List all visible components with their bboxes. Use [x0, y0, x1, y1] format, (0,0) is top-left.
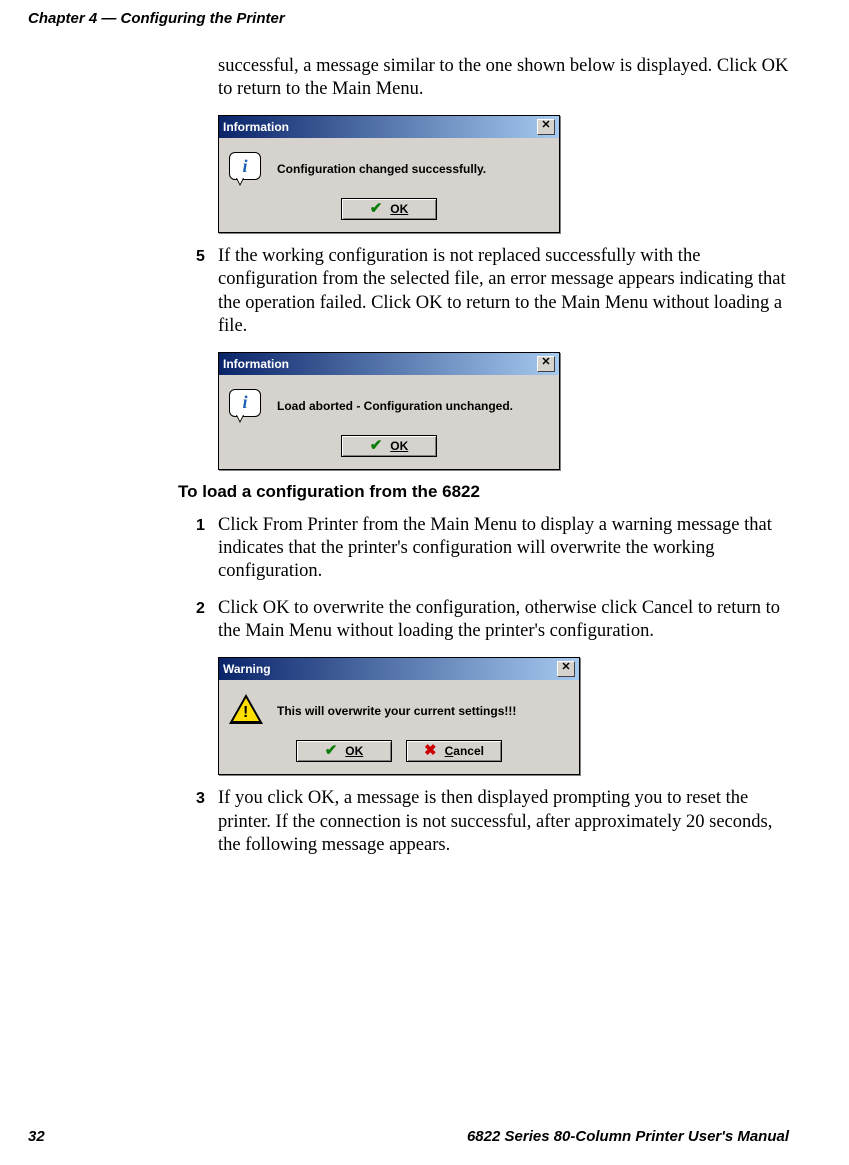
manual-title: 6822 Series 80-Column Printer User's Man… [467, 1128, 789, 1145]
close-icon[interactable]: ✕ [537, 356, 555, 372]
ok-button-label: OK [390, 439, 408, 453]
step-2: 2 Click OK to overwrite the configuratio… [196, 597, 789, 643]
cross-icon: ✖ [424, 745, 437, 757]
ok-button[interactable]: ✔ OK [341, 435, 437, 457]
dialog-message: This will overwrite your current setting… [277, 704, 516, 718]
dialog-title: Information [223, 120, 289, 134]
dialog-titlebar: Information ✕ [219, 116, 559, 138]
cancel-button[interactable]: ✖ Cancel [406, 740, 502, 762]
dialog-warning-overwrite: Warning ✕ ! This will overwrite your cur… [218, 657, 580, 775]
ok-button[interactable]: ✔ OK [296, 740, 392, 762]
close-icon[interactable]: ✕ [537, 119, 555, 135]
info-icon: i [229, 152, 263, 186]
step-text: Click OK to overwrite the configuration,… [218, 597, 789, 643]
dialog-message: Configuration changed successfully. [277, 162, 486, 176]
dialog-message: Load aborted - Configuration unchanged. [277, 399, 513, 413]
step-1: 1 Click From Printer from the Main Menu … [196, 514, 789, 583]
step-number: 5 [196, 245, 218, 338]
ok-button-label: OK [345, 744, 363, 758]
dialog-title: Warning [223, 662, 271, 676]
step-5: 5 If the working configuration is not re… [196, 245, 789, 338]
section-heading: To load a configuration from the 6822 [178, 482, 789, 502]
dialog-titlebar: Information ✕ [219, 353, 559, 375]
dialog-titlebar: Warning ✕ [219, 658, 579, 680]
ok-button[interactable]: ✔ OK [341, 198, 437, 220]
info-icon: i [229, 389, 263, 423]
dialog-config-success: Information ✕ i Configuration changed su… [218, 115, 560, 233]
step-number: 2 [196, 597, 218, 643]
intro-paragraph: successful, a message similar to the one… [218, 55, 789, 101]
step-3: 3 If you click OK, a message is then dis… [196, 787, 789, 856]
dialog-load-aborted: Information ✕ i Load aborted - Configura… [218, 352, 560, 470]
dialog-title: Information [223, 357, 289, 371]
step-text: Click From Printer from the Main Menu to… [218, 514, 789, 583]
ok-button-label: OK [390, 202, 408, 216]
check-icon: ✔ [370, 203, 383, 215]
cancel-button-label: Cancel [445, 744, 484, 758]
page-number: 32 [28, 1128, 45, 1145]
chapter-header: Chapter 4 — Configuring the Printer [28, 10, 789, 27]
check-icon: ✔ [325, 745, 338, 757]
page-footer: 32 6822 Series 80-Column Printer User's … [28, 1128, 789, 1145]
step-text: If the working configuration is not repl… [218, 245, 789, 338]
check-icon: ✔ [370, 440, 383, 452]
step-number: 3 [196, 787, 218, 856]
warning-icon: ! [229, 694, 263, 728]
close-icon[interactable]: ✕ [557, 661, 575, 677]
step-number: 1 [196, 514, 218, 583]
step-text: If you click OK, a message is then displ… [218, 787, 789, 856]
